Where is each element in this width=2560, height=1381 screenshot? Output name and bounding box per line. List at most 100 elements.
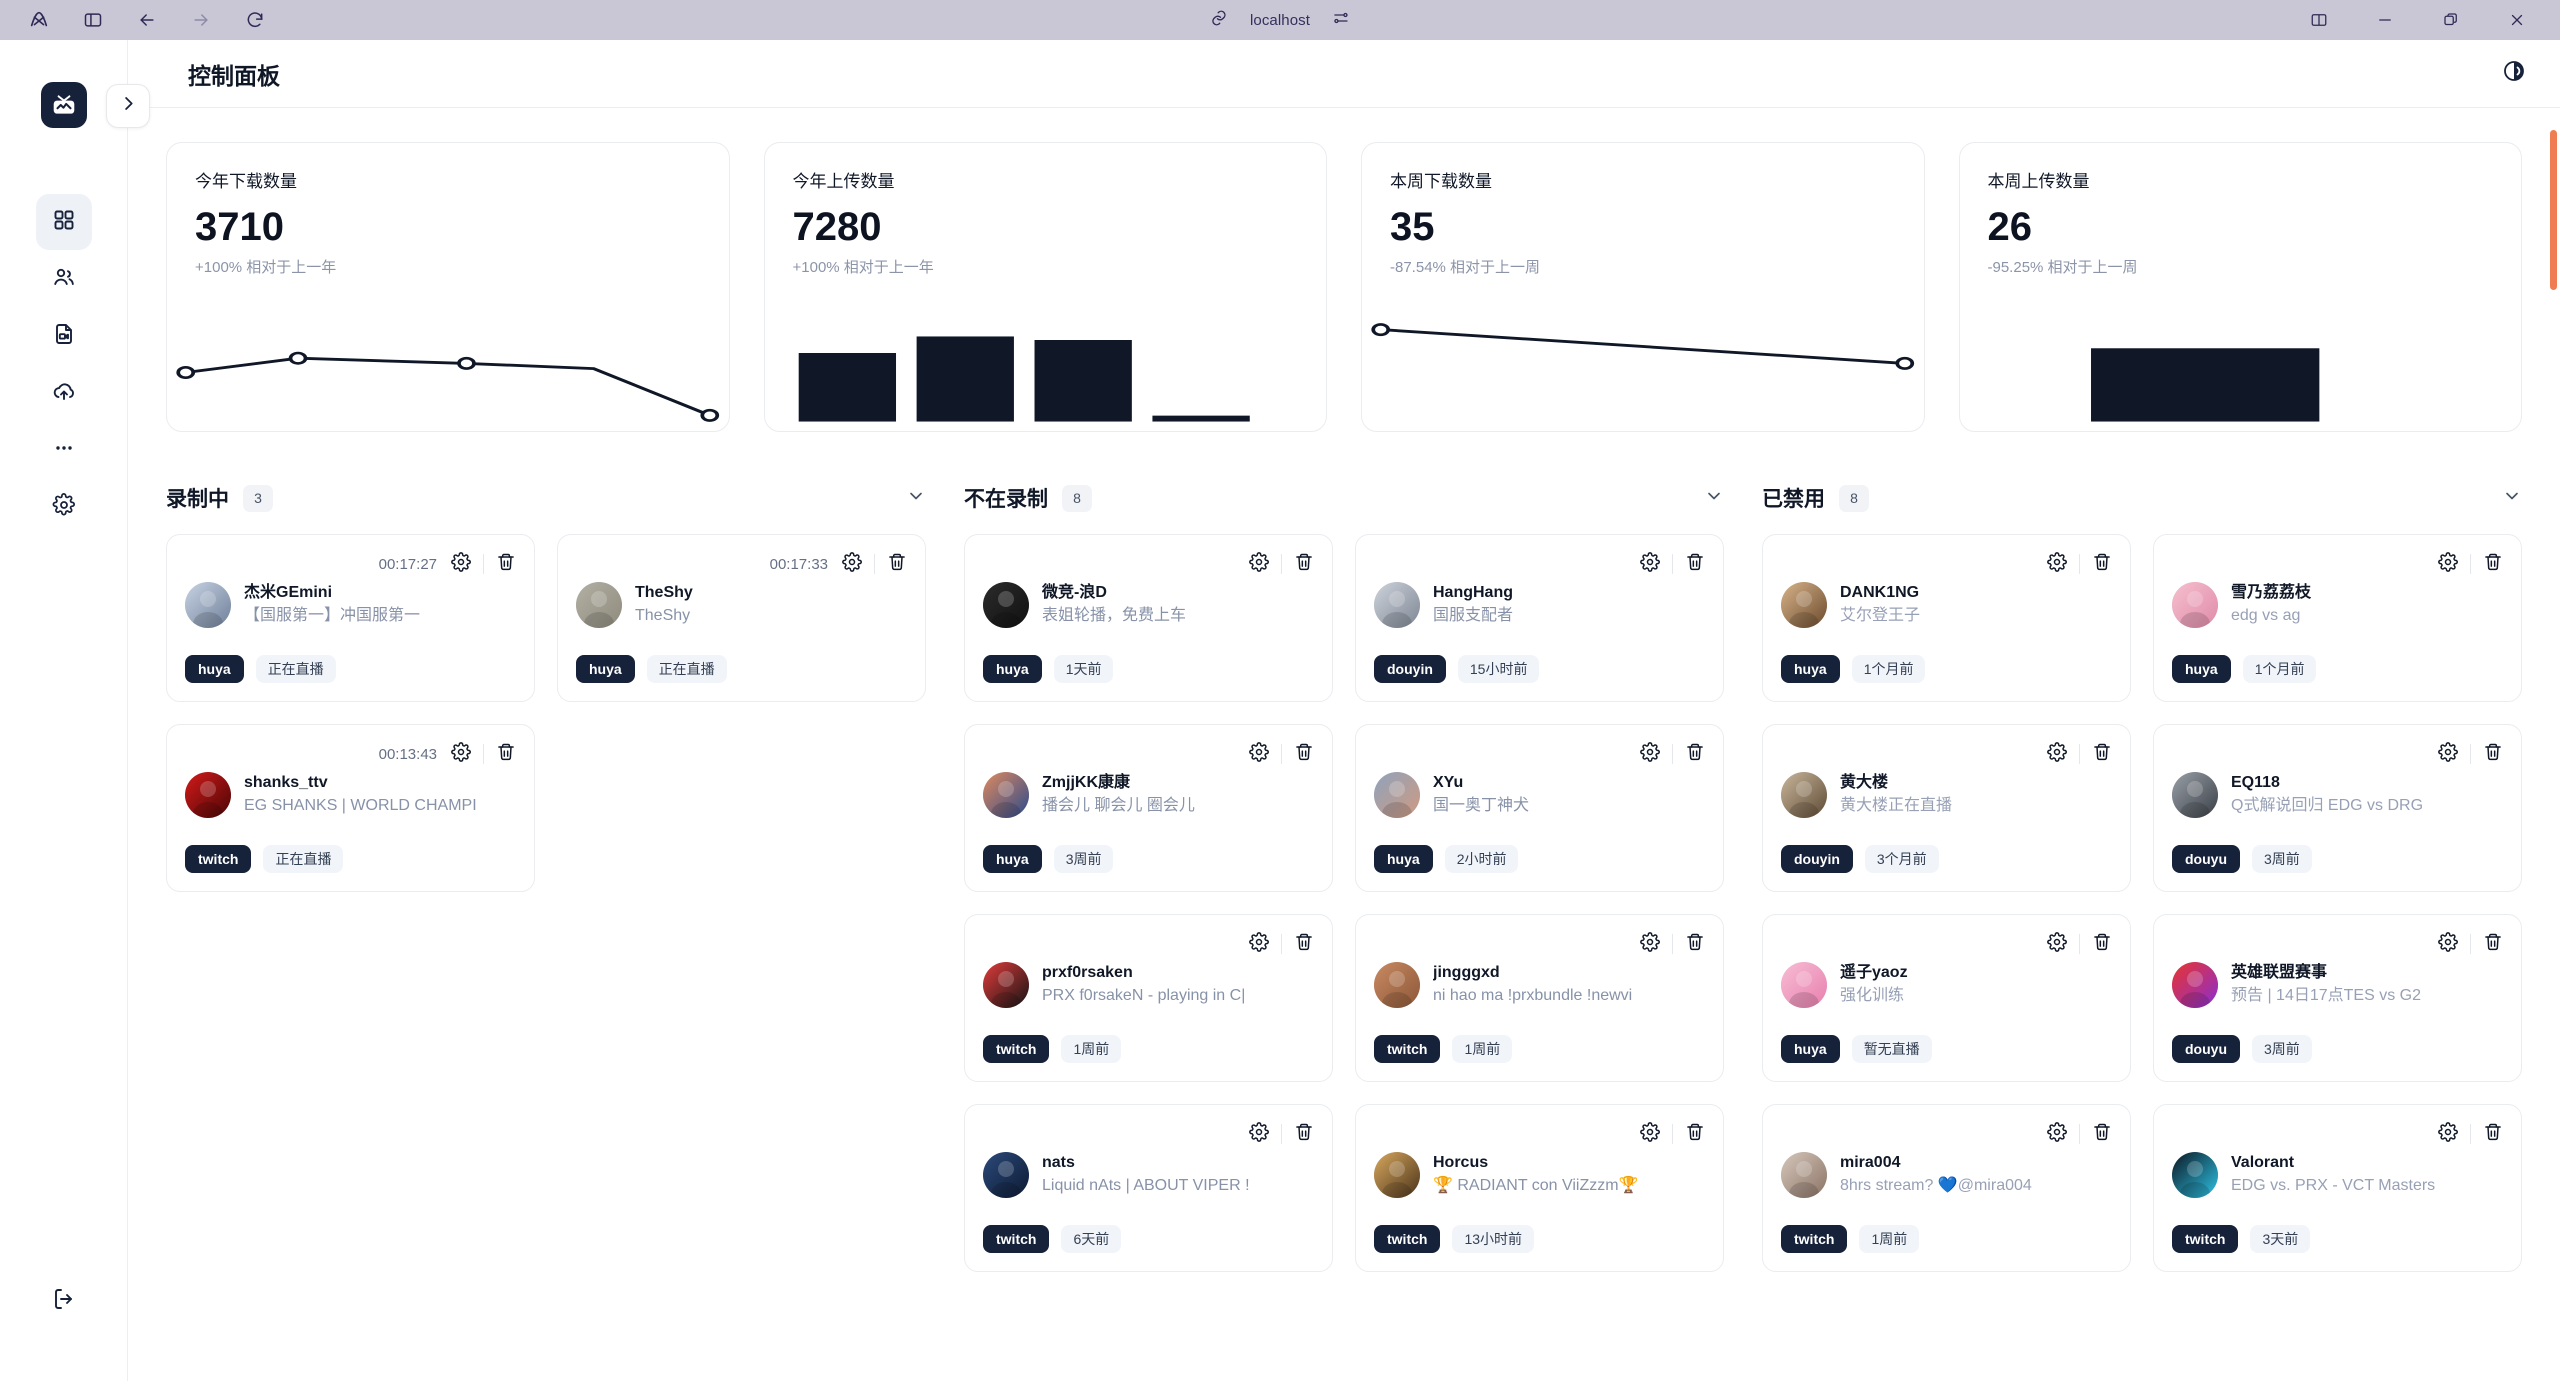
streamer-card[interactable]: mira004 8hrs stream? 💙@mira004 twitch 1周前 (1762, 1104, 2131, 1272)
split-view-icon[interactable] (2306, 7, 2332, 33)
close-icon[interactable] (2504, 7, 2530, 33)
card-delete-button[interactable] (2483, 552, 2503, 577)
card-settings-button[interactable] (1249, 551, 1269, 577)
sidebar-item-uploads[interactable] (36, 365, 92, 421)
streamer-card[interactable]: 00:13:43 shanks_ttv EG SHANKS | WORLD CHAM… (166, 724, 535, 892)
card-delete-button[interactable] (1294, 932, 1314, 957)
card-settings-button[interactable] (1249, 1121, 1269, 1147)
sidebar-item-recordings[interactable] (36, 308, 92, 364)
arc-logo-icon[interactable] (26, 7, 52, 33)
streamer-card[interactable]: 英雄联盟赛事 预告 | 14日17点TES vs G2 douyu 3周前 (2153, 914, 2522, 1082)
logout-button[interactable] (36, 1273, 92, 1329)
platform-badge: twitch (2172, 1225, 2239, 1253)
card-delete-button[interactable] (496, 552, 516, 577)
sidebar-toggle-icon[interactable] (80, 7, 106, 33)
trash-icon (1685, 932, 1705, 957)
streamer-card[interactable]: 雪乃荔荔枝 edg vs ag huya 1个月前 (2153, 534, 2522, 702)
sidebar-item-more[interactable] (36, 422, 92, 478)
trash-icon (2092, 552, 2112, 577)
streamer-card[interactable]: EQ118 Q式解说回归 EDG vs DRG douyu 3周前 (2153, 724, 2522, 892)
back-arrow-icon[interactable] (134, 7, 160, 33)
card-settings-button[interactable] (1640, 551, 1660, 577)
card-delete-button[interactable] (2092, 552, 2112, 577)
card-delete-button[interactable] (2483, 1122, 2503, 1147)
streamer-card[interactable]: 00:17:33 TheShy TheShy huya 正在直播 (557, 534, 926, 702)
card-settings-button[interactable] (2047, 741, 2067, 767)
card-delete-button[interactable] (1294, 1122, 1314, 1147)
card-delete-button[interactable] (2483, 932, 2503, 957)
section-collapse-button[interactable] (906, 486, 926, 511)
card-delete-button[interactable] (2483, 742, 2503, 767)
card-settings-button[interactable] (1249, 931, 1269, 957)
sidebar-item-dashboard[interactable] (35, 194, 92, 250)
card-settings-button[interactable] (451, 551, 471, 577)
maximize-icon[interactable] (2438, 7, 2464, 33)
streamer-card[interactable]: XYu 国一奥丁神犬 huya 2小时前 (1355, 724, 1724, 892)
card-delete-button[interactable] (496, 742, 516, 767)
streamer-card[interactable]: Horcus 🏆 RADIANT con ViiZzzm🏆 twitch 13小时前 (1355, 1104, 1724, 1272)
card-delete-button[interactable] (1685, 1122, 1705, 1147)
streamer-card[interactable]: DANK1NG 艾尔登王子 huya 1个月前 (1762, 534, 2131, 702)
card-delete-button[interactable] (2092, 1122, 2112, 1147)
streamer-card[interactable]: Valorant EDG vs. PRX - VCT Masters twitch 3… (2153, 1104, 2522, 1272)
trash-icon (887, 552, 907, 577)
card-delete-button[interactable] (2092, 932, 2112, 957)
streamer-card[interactable]: 遥子yaoz 强化训练 huya 暂无直播 (1762, 914, 2131, 1082)
streamer-card[interactable]: prxf0rsaken PRX f0rsakeN - playing in C| t… (964, 914, 1333, 1082)
streamer-card[interactable]: HangHang 国服支配者 douyin 15小时前 (1355, 534, 1724, 702)
toolbar-divider (2470, 554, 2471, 574)
card-settings-button[interactable] (451, 741, 471, 767)
link-icon (1210, 9, 1228, 31)
card-settings-button[interactable] (842, 551, 862, 577)
card-settings-button[interactable] (1249, 741, 1269, 767)
card-delete-button[interactable] (1294, 552, 1314, 577)
status-badge: 暂无直播 (1851, 1035, 1932, 1063)
page-scrollbar[interactable] (2550, 130, 2557, 290)
card-toolbar (2172, 549, 2503, 579)
card-delete-button[interactable] (887, 552, 907, 577)
stat-delta: -87.54% 相对于上一周 (1390, 259, 1541, 276)
section-collapse-button[interactable] (2502, 486, 2522, 511)
section-collapse-button[interactable] (1704, 486, 1724, 511)
card-settings-button[interactable] (2438, 741, 2458, 767)
card-settings-button[interactable] (2047, 551, 2067, 577)
card-settings-button[interactable] (2438, 1121, 2458, 1147)
streamer-card[interactable]: jingggxd ni hao ma !prxbundle !newvi twitc… (1355, 914, 1724, 1082)
card-settings-button[interactable] (1640, 931, 1660, 957)
card-settings-button[interactable] (2438, 551, 2458, 577)
minimize-icon[interactable] (2372, 7, 2398, 33)
streamer-card[interactable]: ZmjjKK康康 播会儿 聊会儿 圈会儿 huya 3周前 (964, 724, 1333, 892)
card-settings-button[interactable] (1640, 741, 1660, 767)
reload-icon[interactable] (242, 7, 268, 33)
app-logo-icon[interactable] (40, 82, 87, 128)
sidebar-item-streamers[interactable] (36, 251, 92, 307)
theme-toggle-button[interactable] (2502, 59, 2526, 88)
forward-arrow-icon[interactable] (188, 7, 214, 33)
sidebar-item-settings[interactable] (36, 479, 92, 535)
section-title: 已禁用 (1762, 488, 1825, 511)
trash-icon (2483, 742, 2503, 767)
card-settings-button[interactable] (2438, 931, 2458, 957)
card-delete-button[interactable] (2092, 742, 2112, 767)
streamer-card[interactable]: nats Liquid nAts | ABOUT VIPER ! twitch 6天前 (964, 1104, 1333, 1272)
logout-icon (52, 1287, 76, 1316)
sidebar-expand-button[interactable] (106, 84, 150, 128)
card-settings-button[interactable] (1640, 1121, 1660, 1147)
card-toolbar: 00:13:43 (185, 739, 516, 769)
address-bar[interactable]: localhost (1210, 9, 1350, 31)
card-settings-button[interactable] (2047, 1121, 2067, 1147)
status-badge: 1天前 (1053, 655, 1114, 683)
streamer-card[interactable]: 黄大楼 黄大楼正在直播 douyin 3个月前 (1762, 724, 2131, 892)
streamer-card[interactable]: 微竞-浪D 表姐轮播，免费上车 huya 1天前 (964, 534, 1333, 702)
card-delete-button[interactable] (1294, 742, 1314, 767)
card-delete-button[interactable] (1685, 742, 1705, 767)
tune-sliders-icon[interactable] (1332, 9, 1350, 31)
main-area: 控制面板 今年下载数量 3710 +100% 相对于上一年 今年上传数量 728… (106, 40, 2560, 1381)
card-settings-button[interactable] (2047, 931, 2067, 957)
card-delete-button[interactable] (1685, 932, 1705, 957)
card-meta: shanks_ttv EG SHANKS | WORLD CHAMPI (244, 771, 516, 818)
streamer-card[interactable]: 00:17:27 杰米GEmini 【国服第一】冲国服第一 huya 正在直播 (166, 534, 535, 702)
trash-icon (2092, 1122, 2112, 1147)
card-tags: huya 1个月前 (1781, 655, 2112, 683)
card-delete-button[interactable] (1685, 552, 1705, 577)
